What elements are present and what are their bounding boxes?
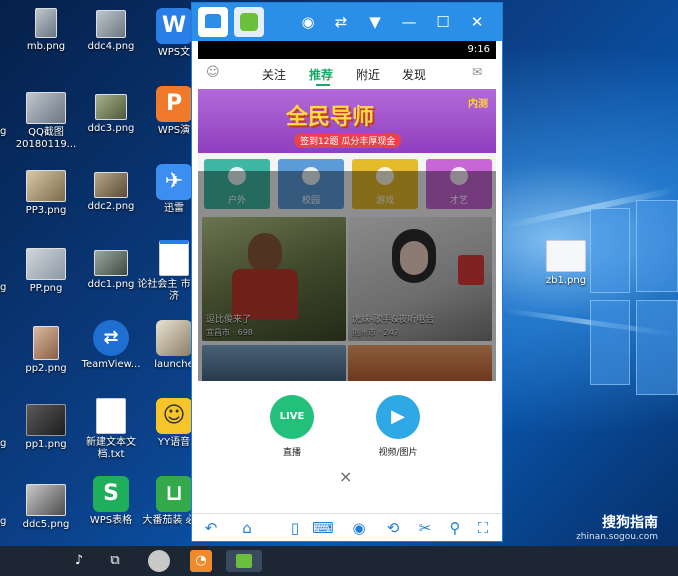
image-file-icon bbox=[94, 172, 128, 198]
emulator-taskbar-icon[interactable] bbox=[226, 550, 262, 572]
tab-discover[interactable]: 发现 bbox=[402, 66, 426, 83]
video-photo-button[interactable]: ▶ 视频/图片 bbox=[358, 395, 438, 458]
wps-presentation-icon: P bbox=[156, 86, 192, 122]
image-file-icon bbox=[546, 240, 586, 272]
go-live-label: 直播 bbox=[282, 448, 301, 458]
user-icon[interactable]: ◉ bbox=[297, 11, 319, 33]
go-live-button[interactable]: LIVE 直播 bbox=[252, 395, 332, 458]
minimize-icon[interactable]: — bbox=[398, 11, 420, 33]
mail-icon[interactable]: ✉ bbox=[472, 65, 482, 79]
phone-icon[interactable]: ▯ bbox=[284, 518, 306, 538]
active-tab-indicator bbox=[316, 84, 330, 86]
promo-banner[interactable]: 全民导师 签到12题 瓜分丰厚现金 内测 bbox=[198, 89, 496, 153]
taskbar: ♪ ⧉ ◔ bbox=[0, 546, 678, 576]
image-file-icon bbox=[26, 170, 66, 202]
status-bar: 9:16 bbox=[198, 41, 496, 59]
wallpaper-pane bbox=[590, 300, 630, 385]
image-file-icon bbox=[96, 10, 126, 38]
avatar-app-icon[interactable] bbox=[148, 550, 170, 572]
desktop-icon-zb1[interactable]: zb1.png bbox=[528, 240, 604, 287]
image-file-icon bbox=[26, 484, 66, 516]
image-file-icon bbox=[95, 94, 127, 120]
image-file-icon bbox=[35, 8, 57, 38]
banner-subtitle: 签到12题 瓜分丰厚现金 bbox=[294, 133, 402, 148]
menu-dropdown-icon[interactable]: ▼ bbox=[364, 11, 386, 33]
emulator-titlebar: ◉ ⇄ ▼ — ☐ ✕ bbox=[192, 3, 502, 41]
keyboard-icon[interactable]: ⌨ bbox=[310, 518, 336, 538]
top-navigation: ☺ 关注 推荐 附近 发现 ✉ bbox=[198, 59, 496, 89]
image-file-icon bbox=[26, 248, 66, 280]
task-view-icon[interactable]: ⧉ bbox=[104, 550, 126, 572]
maximize-icon[interactable]: ☐ bbox=[432, 11, 454, 33]
shopping-bag-icon: ⊔ bbox=[156, 476, 192, 512]
status-time: 9:16 bbox=[467, 44, 490, 55]
wps-writer-icon: W bbox=[156, 8, 192, 44]
watermark-url: zhinan.sogou.com bbox=[576, 532, 658, 542]
sogou-watermark: 搜狗指南 zhinan.sogou.com bbox=[576, 512, 658, 542]
edge-label: g bbox=[0, 438, 7, 449]
video-photo-label: 视频/图片 bbox=[378, 448, 418, 458]
wps-spreadsheet-icon: S bbox=[93, 476, 129, 512]
eye-icon[interactable]: ◉ bbox=[348, 518, 370, 538]
banner-title: 全民导师 bbox=[286, 105, 375, 130]
emulator-window: ◉ ⇄ ▼ — ☐ ✕ 9:16 ☺ 关注 推荐 附近 发现 ✉ 全民导师 签到… bbox=[191, 2, 503, 542]
image-file-icon bbox=[26, 92, 66, 124]
browser-app-icon[interactable]: ◔ bbox=[190, 550, 212, 572]
back-icon[interactable]: ↶ bbox=[200, 518, 222, 538]
location-pin-icon[interactable]: ⚲ bbox=[444, 518, 466, 538]
text-file-icon bbox=[96, 398, 126, 434]
close-sheet-icon[interactable]: × bbox=[339, 467, 352, 486]
publish-sheet: LIVE 直播 ▶ 视频/图片 × bbox=[198, 381, 496, 511]
rotate-icon[interactable]: ⟲ bbox=[382, 518, 404, 538]
fullscreen-icon[interactable]: ⛶ bbox=[472, 518, 494, 538]
video-camera-icon: ▶ bbox=[376, 395, 420, 439]
tab-nearby[interactable]: 附近 bbox=[356, 66, 380, 83]
watermark-title: 搜狗指南 bbox=[602, 515, 658, 531]
image-file-icon bbox=[26, 404, 66, 436]
banner-tag: 内测 bbox=[468, 99, 488, 110]
close-icon[interactable]: ✕ bbox=[466, 11, 488, 33]
app-tab-icon[interactable] bbox=[234, 7, 264, 37]
sync-icon[interactable]: ⇄ bbox=[330, 11, 352, 33]
tab-follow[interactable]: 关注 bbox=[262, 66, 286, 83]
tab-recommend[interactable]: 推荐 bbox=[309, 66, 333, 83]
wallpaper-pane bbox=[636, 200, 678, 292]
edge-label: g bbox=[0, 126, 7, 137]
home-icon[interactable]: ⌂ bbox=[236, 518, 258, 538]
image-file-icon bbox=[94, 250, 128, 276]
phone-screen: 9:16 ☺ 关注 推荐 附近 发现 ✉ 全民导师 签到12题 瓜分丰厚现金 内… bbox=[198, 41, 496, 511]
image-file-icon bbox=[33, 326, 59, 360]
yy-voice-icon: ☺ bbox=[156, 398, 192, 434]
profile-icon[interactable]: ☺ bbox=[206, 65, 220, 80]
edge-label: g bbox=[0, 282, 7, 293]
live-icon: LIVE bbox=[270, 395, 314, 439]
dim-overlay[interactable] bbox=[198, 171, 496, 381]
launcher-icon bbox=[156, 320, 192, 356]
wallpaper-pane bbox=[636, 300, 678, 395]
word-document-icon bbox=[159, 240, 189, 276]
microphone-icon[interactable]: ♪ bbox=[68, 550, 90, 572]
scissors-icon[interactable]: ✂ bbox=[414, 518, 436, 538]
thunder-bird-icon: ✈ bbox=[156, 164, 192, 200]
home-tab-icon[interactable] bbox=[198, 7, 228, 37]
emulator-toolbar: ↶ ⌂ ▯ ⌨ ◉ ⟲ ✂ ⚲ ⛶ bbox=[192, 513, 502, 541]
teamviewer-icon: ⇄ bbox=[93, 320, 129, 356]
edge-label: g bbox=[0, 516, 7, 527]
